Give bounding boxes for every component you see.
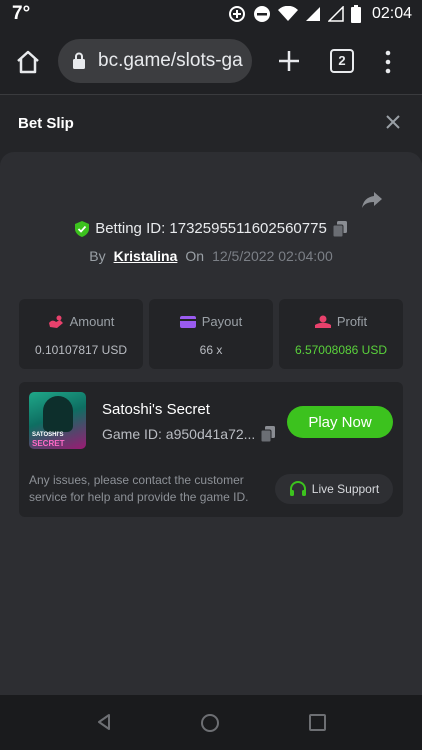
payout-icon [179, 315, 196, 328]
payout-stat: Payout 66 x [149, 299, 273, 369]
battery-icon [350, 5, 361, 23]
profit-icon [314, 315, 331, 328]
wifi-icon [277, 6, 298, 21]
game-thumbnail[interactable]: SATOSHI'S SECRET [29, 392, 86, 449]
amount-label: Amount [69, 314, 115, 329]
profit-label: Profit [336, 314, 368, 329]
copy-game-id-icon[interactable] [261, 426, 276, 442]
on-label: On [185, 248, 205, 264]
headset-icon [289, 481, 306, 496]
system-nav-bar [0, 695, 422, 750]
overflow-menu-icon[interactable] [384, 50, 392, 74]
clock: 02:04 [371, 5, 412, 22]
page-title: Bet Slip [18, 115, 74, 132]
bet-slip-card: Betting ID: 1732595511602560775 By Krist… [0, 152, 422, 695]
url-text: bc.game/slots-ga [98, 50, 243, 71]
game-name: Satoshi's Secret [102, 401, 210, 418]
payout-label: Payout [201, 314, 243, 329]
home-nav-icon[interactable] [201, 714, 219, 732]
game-panel: SATOSHI'S SECRET Satoshi's Secret Game I… [19, 382, 403, 517]
by-label: By [89, 248, 106, 264]
share-icon[interactable] [361, 191, 383, 209]
payout-value: 66 x [199, 343, 223, 357]
bet-stats: Amount 0.10107817 USD Payout 66 x Profit… [19, 299, 403, 369]
status-bar: 7° 02:04 [0, 0, 422, 30]
support-help-text: Any issues, please contact the customer … [29, 473, 249, 504]
profit-stat: Profit 6.57008086 USD [279, 299, 403, 369]
play-now-button[interactable]: Play Now [287, 406, 393, 438]
signal-icon [305, 7, 320, 21]
betting-id-row: Betting ID: 1732595511602560775 [0, 220, 422, 237]
verified-shield-icon [75, 220, 90, 237]
hooded-figure-icon [43, 396, 73, 432]
back-icon[interactable] [97, 714, 111, 730]
amount-value: 0.10107817 USD [34, 343, 128, 357]
game-id: Game ID: a950d41a72... [102, 426, 256, 442]
thumbnail-title-line1: SATOSHI'S [32, 432, 64, 438]
temperature: 7° [12, 3, 31, 24]
game-id-row: Game ID: a950d41a72... [102, 426, 276, 442]
betting-id: Betting ID: 1732595511602560775 [95, 220, 327, 237]
home-icon[interactable] [14, 48, 42, 76]
new-tab-icon[interactable] [276, 48, 302, 74]
live-support-label: Live Support [311, 482, 380, 496]
live-support-button[interactable]: Live Support [275, 474, 393, 504]
page-content: Bet Slip Betting ID: 1732595511602560775… [0, 95, 422, 695]
browser-toolbar: bc.game/slots-ga 2 [0, 30, 422, 95]
amount-stat: Amount 0.10107817 USD [19, 299, 143, 369]
recent-apps-icon[interactable] [309, 714, 326, 731]
status-icons: 02:04 [228, 5, 412, 23]
data-saver-icon [228, 6, 245, 22]
do-not-disturb-icon [253, 6, 270, 22]
bet-date: 12/5/2022 02:04:00 [212, 248, 333, 264]
url-bar[interactable]: bc.game/slots-ga [58, 39, 252, 83]
profit-value: 6.57008086 USD [294, 343, 388, 357]
signal-empty-icon [327, 6, 344, 22]
bet-author-row: By Kristalina On 12/5/2022 02:04:00 [0, 248, 422, 264]
tab-switcher-button[interactable]: 2 [330, 49, 354, 73]
thumbnail-title-line2: SECRET [32, 439, 65, 448]
close-icon[interactable] [384, 113, 402, 131]
copy-icon[interactable] [332, 220, 347, 237]
amount-icon [48, 315, 63, 328]
username-link[interactable]: Kristalina [114, 248, 178, 264]
lock-icon [73, 52, 85, 69]
